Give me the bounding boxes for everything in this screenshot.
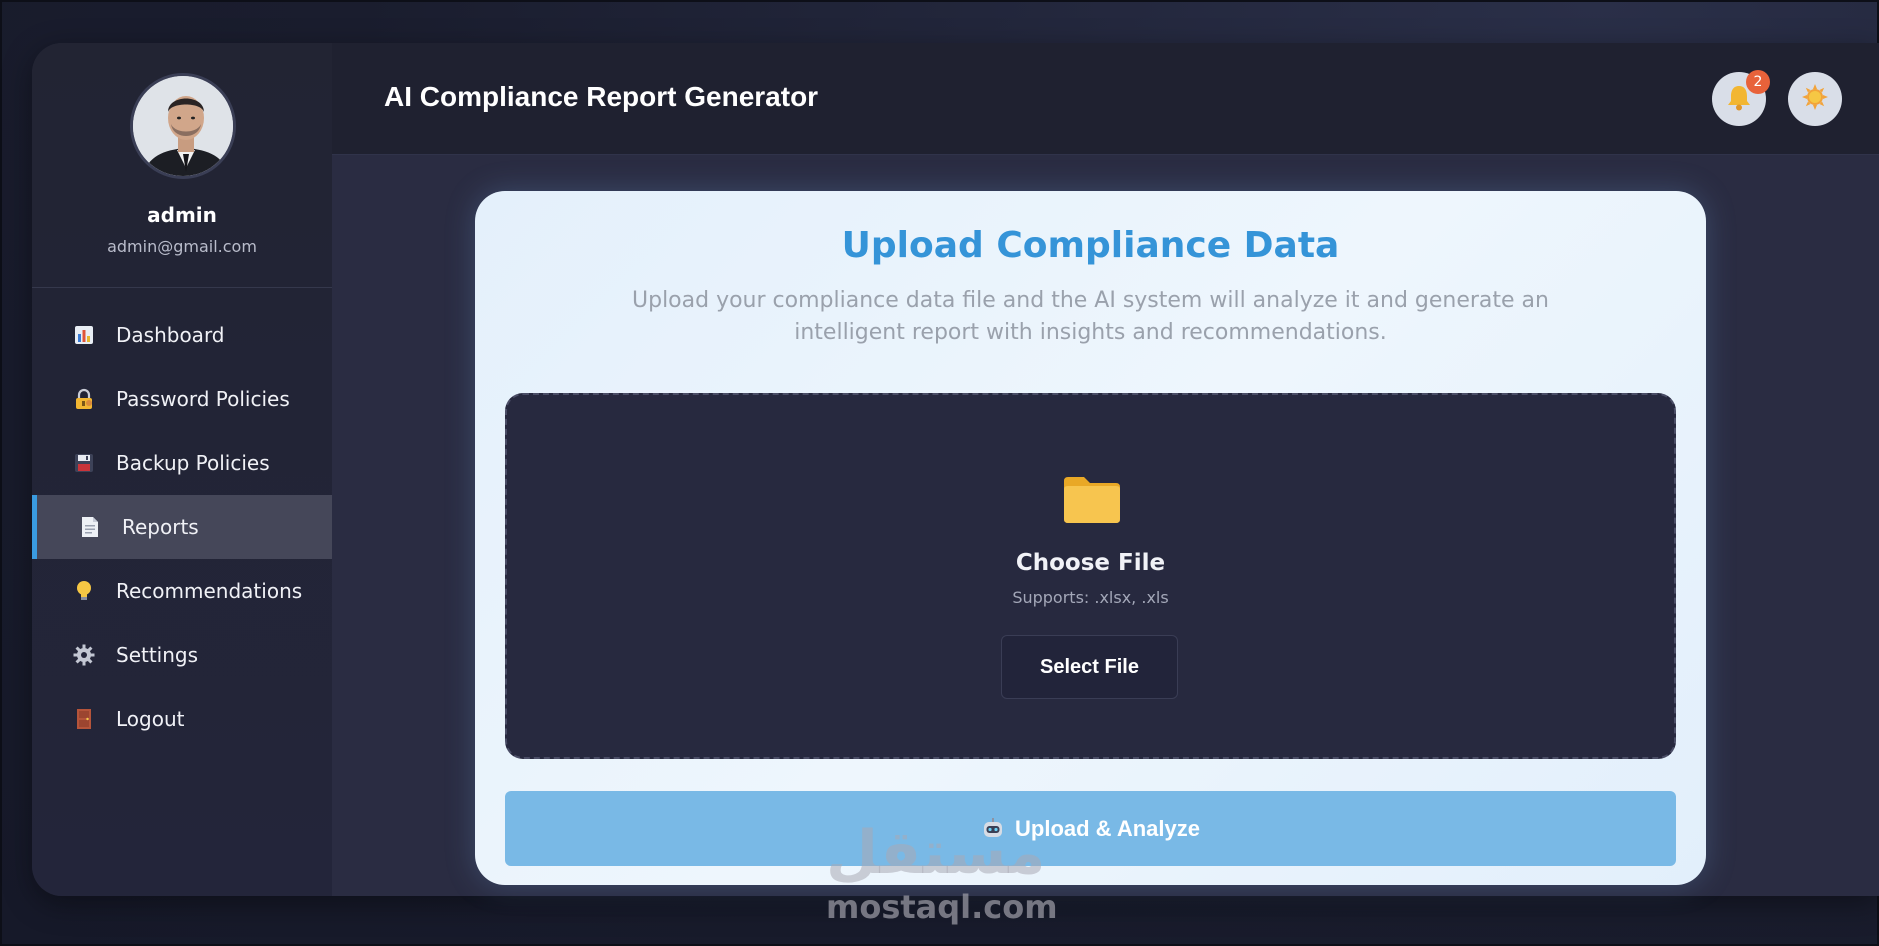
sidebar-item-label: Reports	[122, 515, 199, 539]
file-dropzone[interactable]: Choose File Supports: .xlsx, .xls Select…	[505, 393, 1676, 759]
folder-icon	[1062, 473, 1122, 525]
theme-toggle-button[interactable]	[1788, 72, 1842, 126]
supported-formats: Supports: .xlsx, .xls	[1012, 588, 1169, 607]
sidebar-item-label: Dashboard	[116, 323, 225, 347]
top-bar: AI Compliance Report Generator 2	[332, 43, 1879, 155]
sidebar-item-settings[interactable]: Settings	[32, 623, 332, 687]
sidebar: admin admin@gmail.com Dashboard Password…	[32, 43, 332, 896]
notifications-button[interactable]: 2	[1712, 70, 1770, 126]
sidebar-item-label: Recommendations	[116, 579, 303, 603]
door-icon	[72, 707, 96, 731]
sidebar-item-password-policies[interactable]: Password Policies	[32, 367, 332, 431]
upload-card: Upload Compliance Data Upload your compl…	[475, 191, 1706, 885]
lock-key-icon	[72, 387, 96, 411]
notification-badge: 2	[1746, 70, 1770, 94]
profile-email: admin@gmail.com	[107, 237, 257, 256]
sun-icon	[1800, 82, 1830, 116]
upload-analyze-button[interactable]: Upload & Analyze	[505, 791, 1676, 866]
upload-title: Upload Compliance Data	[841, 225, 1340, 266]
sidebar-item-label: Logout	[116, 707, 185, 731]
sidebar-item-dashboard[interactable]: Dashboard	[32, 303, 332, 367]
sidebar-divider	[32, 287, 332, 288]
select-file-button[interactable]: Select File	[1001, 635, 1178, 699]
profile-name: admin	[147, 203, 217, 227]
sidebar-item-backup-policies[interactable]: Backup Policies	[32, 431, 332, 495]
floppy-disk-icon	[72, 451, 96, 475]
sidebar-item-logout[interactable]: Logout	[32, 687, 332, 751]
sidebar-item-recommendations[interactable]: Recommendations	[32, 559, 332, 623]
sidebar-item-label: Password Policies	[116, 387, 290, 411]
upload-analyze-label: Upload & Analyze	[1015, 815, 1200, 841]
upload-description: Upload your compliance data file and the…	[632, 288, 1549, 345]
app-title: AI Compliance Report Generator	[384, 81, 819, 112]
sidebar-item-label: Backup Policies	[116, 451, 270, 475]
choose-file-title: Choose File	[1015, 550, 1166, 576]
document-icon	[78, 515, 102, 539]
robot-icon	[981, 817, 1005, 841]
bar-chart-icon	[72, 323, 96, 347]
gear-icon	[72, 643, 96, 667]
sidebar-item-label: Settings	[116, 643, 199, 667]
sidebar-item-reports[interactable]: Reports	[32, 495, 332, 559]
lightbulb-icon	[72, 579, 96, 603]
avatar[interactable]	[130, 73, 236, 179]
sidebar-nav: Dashboard Password Policies Backup Polic…	[32, 303, 332, 751]
